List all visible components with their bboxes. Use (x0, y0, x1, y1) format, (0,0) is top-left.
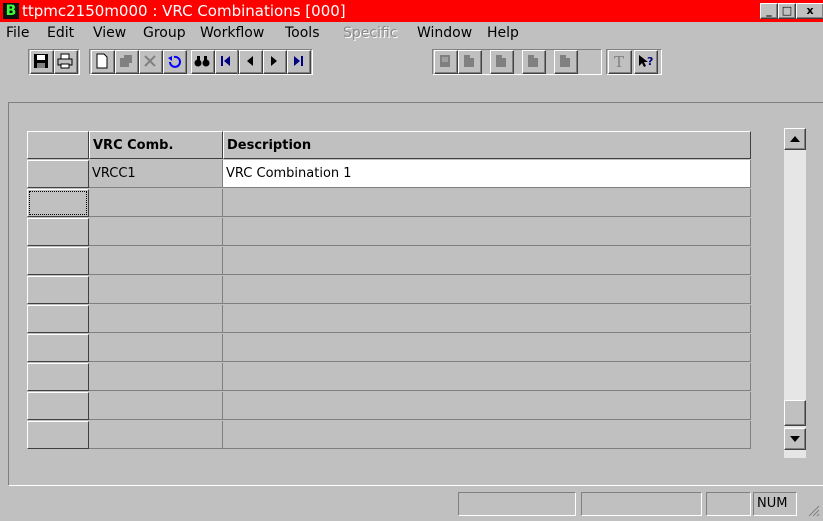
form4-icon (522, 50, 546, 74)
toolbar-group-help: T ? (606, 49, 662, 75)
menu-window[interactable]: Window (417, 25, 472, 41)
row-header[interactable] (27, 247, 89, 275)
arrow-down-icon (790, 436, 800, 442)
row-header[interactable] (27, 363, 89, 391)
undo-icon[interactable] (163, 50, 187, 74)
form5-icon (554, 50, 578, 74)
toolbar-group-nav (237, 49, 313, 75)
row-header[interactable] (27, 392, 89, 420)
cell-vrc-comb[interactable] (89, 276, 223, 304)
toolbar: T ? (0, 44, 823, 78)
cell-vrc-comb[interactable] (89, 189, 223, 217)
form3-icon (490, 50, 514, 74)
menu-help[interactable]: Help (487, 25, 519, 41)
cell-vrc-comb[interactable] (89, 421, 223, 449)
svg-text:T: T (614, 53, 624, 69)
menu-file[interactable]: File (6, 25, 29, 41)
grid-panel: VRC Comb. Description VRCC1 VRC Combinat… (8, 102, 823, 486)
cell-description[interactable] (223, 218, 751, 246)
status-num-indicator: NUM (753, 492, 797, 516)
scroll-up-button[interactable] (784, 128, 806, 150)
cell-description[interactable] (223, 305, 751, 333)
delete-icon[interactable] (139, 50, 163, 74)
toolbar-group-edit (89, 49, 239, 75)
menu-view[interactable]: View (93, 25, 126, 41)
cell-description[interactable] (223, 363, 751, 391)
menu-group[interactable]: Group (143, 25, 186, 41)
form2-icon (458, 50, 482, 74)
last-record-icon[interactable] (287, 50, 311, 74)
help-pointer-icon[interactable]: ? (634, 50, 658, 74)
cell-vrc-comb[interactable]: VRCC1 (89, 160, 223, 188)
window-title: ttpmc2150m000 : VRC Combinations [000] (22, 2, 346, 20)
row-header[interactable] (27, 276, 89, 304)
close-button[interactable]: x (796, 3, 823, 19)
row-header[interactable] (27, 189, 89, 217)
arrow-up-icon (790, 136, 800, 142)
menu-workflow[interactable]: Workflow (200, 25, 264, 41)
print-icon[interactable] (54, 50, 78, 74)
menu-tools[interactable]: Tools (285, 25, 320, 41)
title-bar[interactable]: B ttpmc2150m000 : VRC Combinations [000]… (0, 0, 823, 22)
previous-record-icon[interactable] (239, 50, 263, 74)
minimize-button[interactable]: _ (760, 3, 778, 19)
cell-description[interactable]: VRC Combination 1 (223, 160, 751, 188)
duplicate-icon[interactable] (115, 50, 139, 74)
cell-description[interactable] (223, 276, 751, 304)
corner-cell[interactable] (27, 131, 89, 159)
status-field-3 (706, 492, 751, 516)
cell-vrc-comb[interactable] (89, 392, 223, 420)
cell-vrc-comb[interactable] (89, 363, 223, 391)
cell-description[interactable] (223, 247, 751, 275)
form1-icon (434, 50, 458, 74)
cell-description[interactable] (223, 189, 751, 217)
cell-vrc-comb[interactable] (89, 334, 223, 362)
next-record-icon[interactable] (263, 50, 287, 74)
scroll-down-button[interactable] (784, 428, 806, 450)
find-icon[interactable] (191, 50, 215, 74)
toolbar-group-file (28, 49, 80, 75)
svg-text:?: ? (647, 55, 653, 68)
resize-grip-icon[interactable] (806, 503, 820, 517)
cell-vrc-comb[interactable] (89, 305, 223, 333)
column-header-description[interactable]: Description (223, 131, 751, 159)
row-header[interactable] (27, 421, 89, 449)
status-bar: NUM (0, 489, 823, 521)
cell-description[interactable] (223, 392, 751, 420)
row-header[interactable] (27, 305, 89, 333)
text-icon: T (608, 50, 632, 74)
scroll-thumb[interactable] (784, 400, 806, 426)
cell-vrc-comb[interactable] (89, 218, 223, 246)
row-header[interactable] (27, 218, 89, 246)
menu-bar: File Edit View Group Workflow Tools Spec… (0, 22, 823, 44)
row-header[interactable] (27, 160, 89, 188)
cell-vrc-comb[interactable] (89, 247, 223, 275)
save-icon[interactable] (30, 50, 54, 74)
cell-description[interactable] (223, 334, 751, 362)
toolbar-group-forms (432, 49, 602, 75)
menu-edit[interactable]: Edit (47, 25, 74, 41)
app-icon[interactable]: B (3, 3, 19, 19)
menu-specific: Specific (343, 25, 398, 41)
column-header-vrc-comb[interactable]: VRC Comb. (89, 131, 223, 159)
cell-description[interactable] (223, 421, 751, 449)
new-icon[interactable] (91, 50, 115, 74)
status-field-2 (581, 492, 702, 516)
status-field-1 (458, 492, 576, 516)
maximize-button[interactable]: □ (778, 3, 796, 19)
row-header[interactable] (27, 334, 89, 362)
vertical-scrollbar[interactable] (784, 128, 806, 458)
first-record-icon[interactable] (215, 50, 239, 74)
